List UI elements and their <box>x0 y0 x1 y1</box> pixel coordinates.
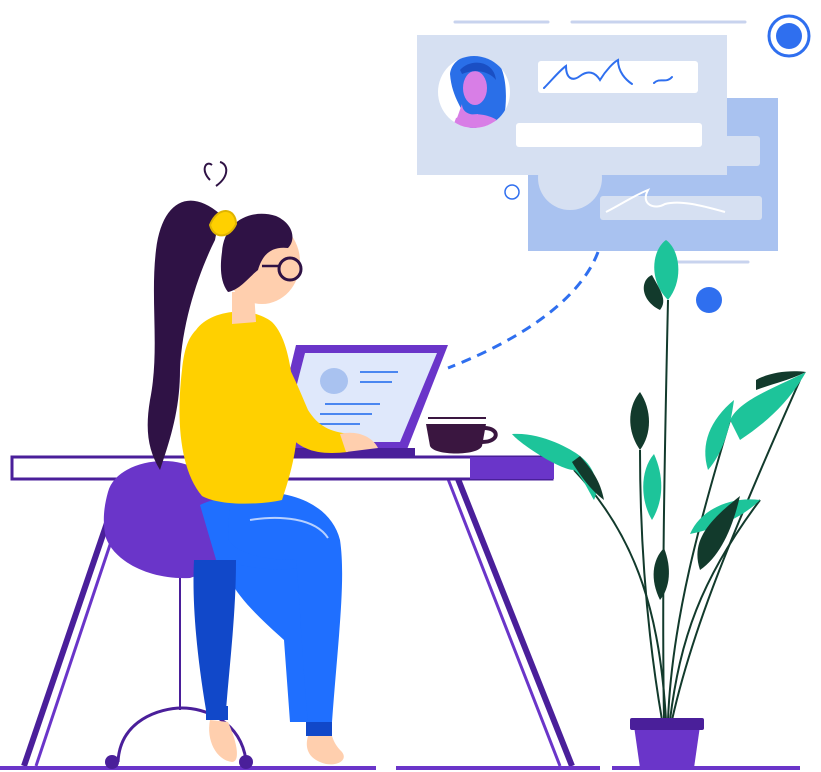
potted-plant-icon <box>512 240 806 768</box>
profile-card-front <box>417 35 727 175</box>
record-dot-icon <box>767 14 811 58</box>
dashed-connector <box>447 251 600 370</box>
mug-icon <box>426 417 498 454</box>
illustration-scene <box>0 14 811 770</box>
small-ring-icon <box>504 184 520 200</box>
accent-dot-icon <box>696 287 722 313</box>
